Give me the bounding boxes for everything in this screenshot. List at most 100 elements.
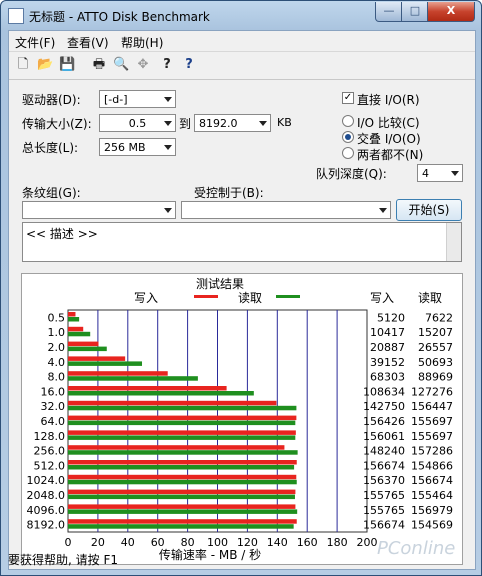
category-label: 0.5 [48,311,66,324]
write-bar [68,489,296,495]
chart-title: 测试结果 [196,276,244,291]
close-button[interactable]: X [427,2,475,22]
category-label: 16.0 [41,385,66,398]
read-value-label: 156979 [411,504,453,517]
read-bar [68,317,80,322]
read-value-label: 7622 [425,311,453,324]
neither-radio[interactable] [342,147,354,159]
read-value-label: 156447 [411,400,453,413]
minimize-button[interactable]: — [375,2,403,22]
read-bar [68,376,198,381]
write-value-label: 20887 [370,341,405,354]
category-label: 2.0 [48,341,66,354]
read-value-label: 155697 [411,415,453,428]
read-value-label: 154866 [411,459,453,472]
description-text: << 描述 >> [26,227,98,241]
write-bar [68,371,168,376]
menu-help[interactable]: 帮助(H) [121,34,163,51]
controlled-by-label: 受控制于(B): [194,186,264,200]
write-value-label: 148240 [363,445,405,458]
help-icon[interactable]: ? [159,57,175,73]
read-bar [68,450,298,455]
x-tick-label: 160 [297,536,318,549]
write-column-header: 写入 [370,291,394,305]
controlled-by-select[interactable] [181,201,391,219]
transfer-to-value: 8192.0 [199,117,238,130]
transfer-to-select[interactable]: 8192.0 [194,114,271,132]
read-bar [68,479,297,485]
read-bar [68,494,295,500]
move-icon[interactable]: ✥ [135,57,151,73]
total-length-select[interactable]: 256 MB [99,138,176,156]
write-value-label: 39152 [370,356,405,369]
write-bar [68,430,296,435]
drive-label: 驱动器(D): [22,93,81,107]
category-label: 128.0 [34,430,66,443]
x-tick-label: 140 [267,536,288,549]
read-column-header: 读取 [418,291,442,305]
category-label: 256.0 [34,445,66,458]
start-button[interactable]: 开始(S) [396,199,462,221]
write-legend-swatch [194,295,218,298]
menu-file[interactable]: 文件(F) [15,34,55,51]
description-scrollbar[interactable] [446,223,461,261]
x-tick-label: 200 [357,536,378,549]
menu-bar: 文件(F) 查看(V) 帮助(H) [9,31,475,50]
maximize-button[interactable]: □ [401,2,429,22]
drive-select[interactable]: [-d-] [99,90,176,108]
read-bar [68,391,254,396]
window-title: 无标题 - ATTO Disk Benchmark [29,10,210,24]
direct-io-checkbox[interactable]: ✓ [342,92,354,104]
category-label: 64.0 [41,415,66,428]
stripe-group-select[interactable] [22,201,176,219]
read-value-label: 154569 [411,519,453,532]
category-label: 8192.0 [27,519,66,532]
value-labels: 5120 7622 10417 15207 20887 26557 39152 50693 68… [363,311,453,531]
read-bar [68,331,91,337]
save-icon[interactable]: 💾 [59,57,75,73]
stripe-group-label: 条纹组(G): [22,186,81,200]
chevron-down-icon [164,208,172,213]
results-panel: 测试结果 写入 读取 写入 读取 0.5 1.0 2.0 4.0 8.0 16.0 32.0… [21,273,463,565]
x-tick-label: 180 [327,536,348,549]
overlap-io-radio[interactable] [342,131,354,143]
category-label: 4.0 [48,356,66,369]
read-value-label: 155464 [411,489,453,502]
print-icon[interactable]: 🖶 [91,57,107,73]
transfer-from-value: 0.5 [128,117,147,130]
neither-label: 两者都不(N) [357,148,424,162]
write-bar [68,326,84,332]
read-bar [68,524,294,529]
queue-depth-select[interactable]: 4 [417,164,463,182]
print-preview-icon[interactable]: 🔍 [113,57,129,73]
write-value-label: 142750 [363,400,405,413]
description-box[interactable]: << 描述 >> [22,222,462,262]
menu-view[interactable]: 查看(V) [67,34,109,51]
write-bar [68,386,227,391]
whats-this-icon[interactable]: ? [181,57,197,73]
open-folder-icon[interactable]: 📂 [37,57,53,73]
write-bar [68,312,76,317]
queue-depth-value: 4 [422,167,429,180]
read-value-label: 156674 [411,474,453,487]
category-label: 512.0 [34,459,66,472]
write-value-label: 5120 [377,311,405,324]
status-text: 要获得帮助, 请按 F1 [8,553,118,567]
write-bar [68,474,297,480]
to-label: 到 [179,117,192,131]
total-length-label: 总长度(L): [22,141,79,155]
io-compare-radio[interactable] [342,115,354,127]
write-value-label: 156370 [363,474,405,487]
category-label: 2048.0 [27,489,66,502]
transfer-from-select[interactable]: 0.5 [99,114,176,132]
title-bar[interactable]: 无标题 - ATTO Disk Benchmark — □ X [1,1,481,29]
write-bar [68,341,99,347]
read-bar [68,405,297,411]
queue-depth-label: 队列深度(Q): [316,167,387,181]
write-value-label: 155765 [363,504,405,517]
write-bar [68,400,277,406]
overlap-io-label: 交叠 I/O(O) [357,132,421,146]
read-legend-label: 读取 [238,291,262,305]
write-bar [68,356,126,361]
new-file-icon[interactable]: 🗋 [15,57,31,73]
